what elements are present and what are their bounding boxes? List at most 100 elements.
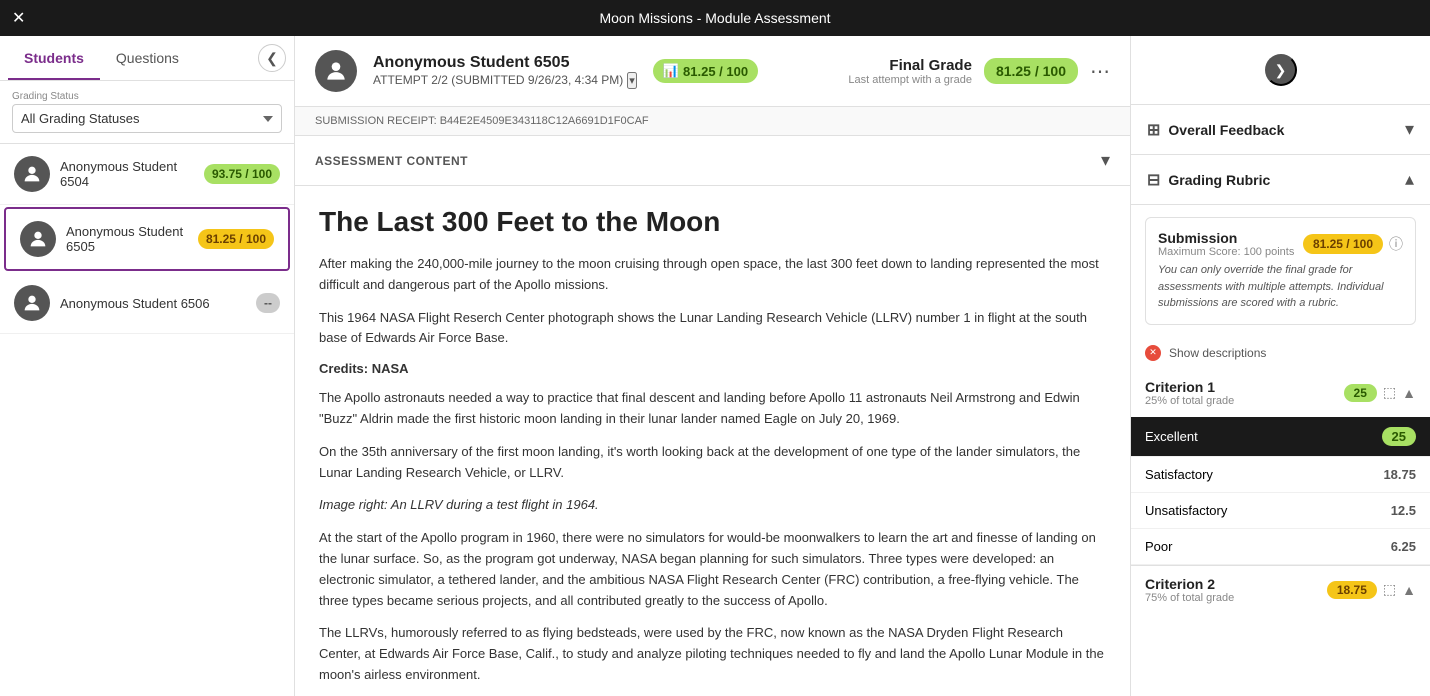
- rubric-panel: ❯ ⊞ Overall Feedback ▾ ⊟ Grading Rubric …: [1130, 36, 1430, 696]
- student-info-header: Anonymous Student 6505 ATTEMPT 2/2 (SUBM…: [373, 54, 637, 89]
- rating-label-unsatisfactory: Unsatisfactory: [1145, 503, 1227, 518]
- grading-rubric-section-header[interactable]: ⊟ Grading Rubric ▴: [1131, 155, 1430, 205]
- criterion2-header: Criterion 2 75% of total grade 18.75 ⬚ ▲: [1131, 565, 1430, 614]
- window-title: Moon Missions - Module Assessment: [599, 10, 830, 26]
- grading-rubric-content: Submission Maximum Score: 100 points 81.…: [1131, 205, 1430, 696]
- rating-unsatisfactory[interactable]: Unsatisfactory 12.5: [1131, 493, 1430, 529]
- grading-status-select[interactable]: All Grading StatusesGradedUngradedNeeds …: [12, 104, 282, 133]
- tab-students[interactable]: Students: [8, 36, 100, 80]
- submission-title: Submission: [1158, 230, 1294, 246]
- grading-rubric-icon: ⊟: [1147, 170, 1160, 190]
- criterion1-expand-button[interactable]: ⬚: [1383, 384, 1396, 401]
- article-paragraph-4: On the 35th anniversary of the first moo…: [319, 442, 1106, 484]
- criterion1-info: Criterion 1 25% of total grade: [1145, 379, 1234, 407]
- avatar: [14, 285, 50, 321]
- toggle-x-button[interactable]: ✕: [1145, 345, 1161, 361]
- rating-score-unsatisfactory: 12.5: [1391, 503, 1416, 518]
- criterion2-up-button[interactable]: ▲: [1402, 582, 1416, 598]
- center-panel: Anonymous Student 6505 ATTEMPT 2/2 (SUBM…: [295, 36, 1130, 696]
- criterion2-name: Criterion 2: [1145, 576, 1234, 592]
- more-options-button[interactable]: ⋯: [1090, 59, 1110, 84]
- rating-label-excellent: Excellent: [1145, 429, 1198, 444]
- assessment-section-header: ASSESSMENT CONTENT ▾: [295, 136, 1130, 186]
- article-paragraph-2: This 1964 NASA Flight Reserch Center pho…: [319, 308, 1106, 350]
- student-name: Anonymous Student 6504: [60, 159, 194, 189]
- criterion1-name: Criterion 1: [1145, 379, 1234, 395]
- close-button[interactable]: ✕: [12, 8, 25, 28]
- tab-questions[interactable]: Questions: [100, 36, 195, 80]
- article-paragraph-5: At the start of the Apollo program in 19…: [319, 528, 1106, 611]
- student-name: Anonymous Student 6506: [60, 296, 246, 311]
- attempt-dropdown-button[interactable]: ▾: [627, 72, 637, 89]
- attempt-info: ATTEMPT 2/2 (SUBMITTED 9/26/23, 4:34 PM)…: [373, 72, 637, 89]
- show-descriptions-label: Show descriptions: [1169, 346, 1266, 360]
- submission-receipt: SUBMISSION RECEIPT: B44E2E4509E343118C12…: [295, 107, 1130, 136]
- rating-score-poor: 6.25: [1391, 539, 1416, 554]
- article-paragraph-3: The Apollo astronauts needed a way to pr…: [319, 388, 1106, 430]
- submission-score-row: 81.25 / 100 ⓘ: [1303, 234, 1403, 254]
- grade-icon: 📊: [663, 63, 679, 79]
- final-grade-subtitle: Last attempt with a grade: [848, 74, 972, 86]
- grading-filter-label: Grading Status: [12, 91, 282, 102]
- collapse-button[interactable]: ▾: [1101, 150, 1110, 171]
- article-title: The Last 300 Feet to the Moon: [319, 206, 1106, 238]
- student-item-active[interactable]: Anonymous Student 6505 81.25 / 100: [4, 207, 290, 271]
- student-item[interactable]: Anonymous Student 6506 --: [0, 273, 294, 334]
- student-score: --: [256, 293, 280, 313]
- criterion2-right: 18.75 ⬚ ▲: [1327, 581, 1416, 599]
- student-list: Anonymous Student 6504 93.75 / 100 Anony…: [0, 144, 294, 696]
- sidebar-tabs: Students Questions ❮: [0, 36, 294, 81]
- overall-feedback-title: ⊞ Overall Feedback: [1147, 120, 1284, 140]
- grading-rubric-title: ⊟ Grading Rubric: [1147, 170, 1270, 190]
- rating-excellent[interactable]: Excellent 25: [1131, 417, 1430, 457]
- final-grade-title: Final Grade: [848, 57, 972, 74]
- grade-value: 81.25 / 100: [683, 64, 748, 79]
- rating-label-satisfactory: Satisfactory: [1145, 467, 1213, 482]
- student-score: 93.75 / 100: [204, 164, 280, 184]
- receipt-text: SUBMISSION RECEIPT: B44E2E4509E343118C12…: [315, 115, 649, 127]
- submission-grade-pill: 📊 81.25 / 100: [653, 59, 758, 83]
- rubric-forward-button[interactable]: ❯: [1265, 54, 1297, 86]
- attempt-text: ATTEMPT 2/2 (SUBMITTED 9/26/23, 4:34 PM): [373, 73, 623, 87]
- article-credits: Credits: NASA: [319, 361, 1106, 376]
- rating-score-satisfactory: 18.75: [1383, 467, 1416, 482]
- submission-info-icon[interactable]: ⓘ: [1389, 234, 1403, 254]
- rating-poor[interactable]: Poor 6.25: [1131, 529, 1430, 565]
- assessment-label: ASSESSMENT CONTENT: [315, 154, 468, 168]
- header-student-name: Anonymous Student 6505: [373, 54, 637, 72]
- grading-rubric-collapse-icon: ▴: [1405, 169, 1414, 190]
- submission-score-badge: 81.25 / 100: [1303, 234, 1383, 254]
- submission-info: Submission Maximum Score: 100 points: [1158, 230, 1294, 258]
- article-paragraph-1: After making the 240,000-mile journey to…: [319, 254, 1106, 296]
- rubric-nav-row: ❯: [1131, 36, 1430, 105]
- nav-back-button[interactable]: ❮: [258, 44, 286, 72]
- rating-satisfactory[interactable]: Satisfactory 18.75: [1131, 457, 1430, 493]
- grading-filter-container: Grading Status All Grading StatusesGrade…: [0, 81, 294, 144]
- overall-feedback-expand-icon: ▾: [1405, 119, 1414, 140]
- avatar: [20, 221, 56, 257]
- criterion2-percentage: 75% of total grade: [1145, 592, 1234, 604]
- submission-row: Submission Maximum Score: 100 points 81.…: [1158, 230, 1403, 258]
- submission-max-score: Maximum Score: 100 points: [1158, 246, 1294, 258]
- article-content-body: The Last 300 Feet to the Moon After maki…: [295, 186, 1130, 696]
- final-grade-label: Final Grade Last attempt with a grade: [848, 57, 972, 86]
- criterion2-expand-button[interactable]: ⬚: [1383, 581, 1396, 598]
- overall-feedback-icon: ⊞: [1147, 120, 1160, 140]
- final-grade-badge: 81.25 / 100: [984, 58, 1078, 84]
- student-item[interactable]: Anonymous Student 6504 93.75 / 100: [0, 144, 294, 205]
- rating-label-poor: Poor: [1145, 539, 1172, 554]
- main-layout: Students Questions ❮ Grading Status All …: [0, 36, 1430, 696]
- article-image-caption: Image right: An LLRV during a test fligh…: [319, 495, 1106, 516]
- student-name: Anonymous Student 6505: [66, 224, 188, 254]
- criterion1-up-button[interactable]: ▲: [1402, 385, 1416, 401]
- article-paragraph-6: The LLRVs, humorously referred to as fly…: [319, 623, 1106, 685]
- header-avatar: [315, 50, 357, 92]
- submission-note: You can only override the final grade fo…: [1158, 262, 1403, 312]
- student-score: 81.25 / 100: [198, 229, 274, 249]
- title-bar: ✕ Moon Missions - Module Assessment: [0, 0, 1430, 36]
- overall-feedback-section[interactable]: ⊞ Overall Feedback ▾: [1131, 105, 1430, 155]
- criterion2-score-badge: 18.75: [1327, 581, 1377, 599]
- content-header: Anonymous Student 6505 ATTEMPT 2/2 (SUBM…: [295, 36, 1130, 107]
- criterion1-score-badge: 25: [1344, 384, 1377, 402]
- criterion1-right: 25 ⬚ ▲: [1344, 384, 1416, 402]
